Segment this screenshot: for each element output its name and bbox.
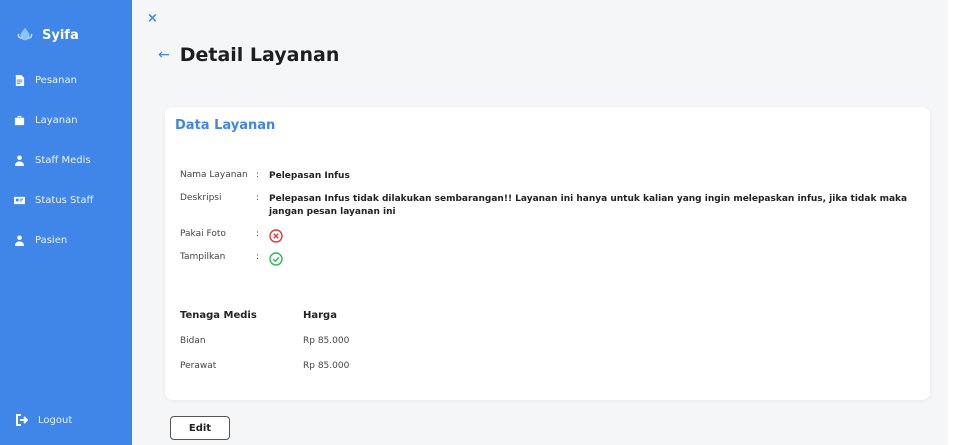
user-tie-icon [14, 155, 25, 166]
x-circle-icon [269, 229, 283, 243]
sidebar-item-status-staff[interactable]: Status Staff [14, 195, 93, 206]
field-tampilkan: Tampilkan : [180, 252, 919, 271]
table-cell: Rp 85.000 [303, 361, 350, 371]
id-card-icon [14, 196, 25, 205]
field-value [269, 252, 919, 271]
logout-label: Logout [38, 414, 73, 426]
sidebar: Syifa Pesanan Layanan Staff Medis Status… [0, 0, 132, 445]
logout-icon [16, 414, 28, 426]
scrollbar-track[interactable] [948, 0, 953, 445]
sidebar-item-staff-medis[interactable]: Staff Medis [14, 155, 91, 166]
page-title: Detail Layanan [179, 44, 340, 66]
table-cell: Bidan [180, 336, 206, 346]
brand[interactable]: Syifa [16, 26, 79, 44]
field-separator: : [256, 193, 260, 203]
field-label: Tampilkan [180, 252, 226, 262]
close-icon[interactable]: × [147, 11, 158, 26]
sidebar-item-label: Pasien [35, 235, 68, 246]
sidebar-item-label: Pesanan [35, 75, 77, 86]
field-value: Pelepasan Infus [269, 171, 350, 181]
field-nama-layanan: Nama Layanan : Pelepasan Infus [180, 170, 919, 183]
field-separator: : [256, 229, 260, 239]
table-header-harga: Harga [303, 310, 337, 321]
field-label: Pakai Foto [180, 229, 226, 239]
field-pakai-foto: Pakai Foto : [180, 229, 919, 248]
card-title: Data Layanan [175, 118, 276, 133]
field-label: Nama Layanan [180, 170, 248, 180]
sidebar-item-label: Status Staff [35, 195, 94, 206]
brand-name: Syifa [42, 27, 79, 43]
field-value: Pelepasan Infus tidak dilakukan sembaran… [269, 194, 908, 217]
field-deskripsi: Deskripsi : Pelepasan Infus tidak dilaku… [180, 193, 919, 219]
user-icon [14, 235, 25, 246]
sidebar-item-pesanan[interactable]: Pesanan [14, 75, 77, 86]
field-label: Deskripsi [180, 193, 222, 203]
field-separator: : [256, 170, 260, 180]
briefcase-icon [14, 115, 25, 126]
table-cell: Perawat [180, 361, 217, 371]
service-detail-card: Data Layanan Nama Layanan : Pelepasan In… [165, 107, 930, 400]
sidebar-item-label: Staff Medis [35, 155, 91, 166]
table-header-tenaga-medis: Tenaga Medis [180, 310, 257, 321]
table-cell: Rp 85.000 [303, 336, 350, 346]
sidebar-item-label: Layanan [35, 115, 78, 126]
field-value [269, 229, 919, 248]
sidebar-item-layanan[interactable]: Layanan [14, 115, 78, 126]
edit-button[interactable]: Edit [170, 416, 230, 440]
document-icon [15, 75, 25, 86]
sidebar-item-pasien[interactable]: Pasien [14, 235, 67, 246]
field-separator: : [256, 252, 260, 262]
back-arrow-icon[interactable]: ← [158, 47, 170, 63]
page-header: ← Detail Layanan [158, 44, 339, 66]
check-circle-icon [269, 252, 283, 266]
logout-button[interactable]: Logout [16, 414, 72, 426]
syifa-logo-icon [17, 27, 33, 41]
